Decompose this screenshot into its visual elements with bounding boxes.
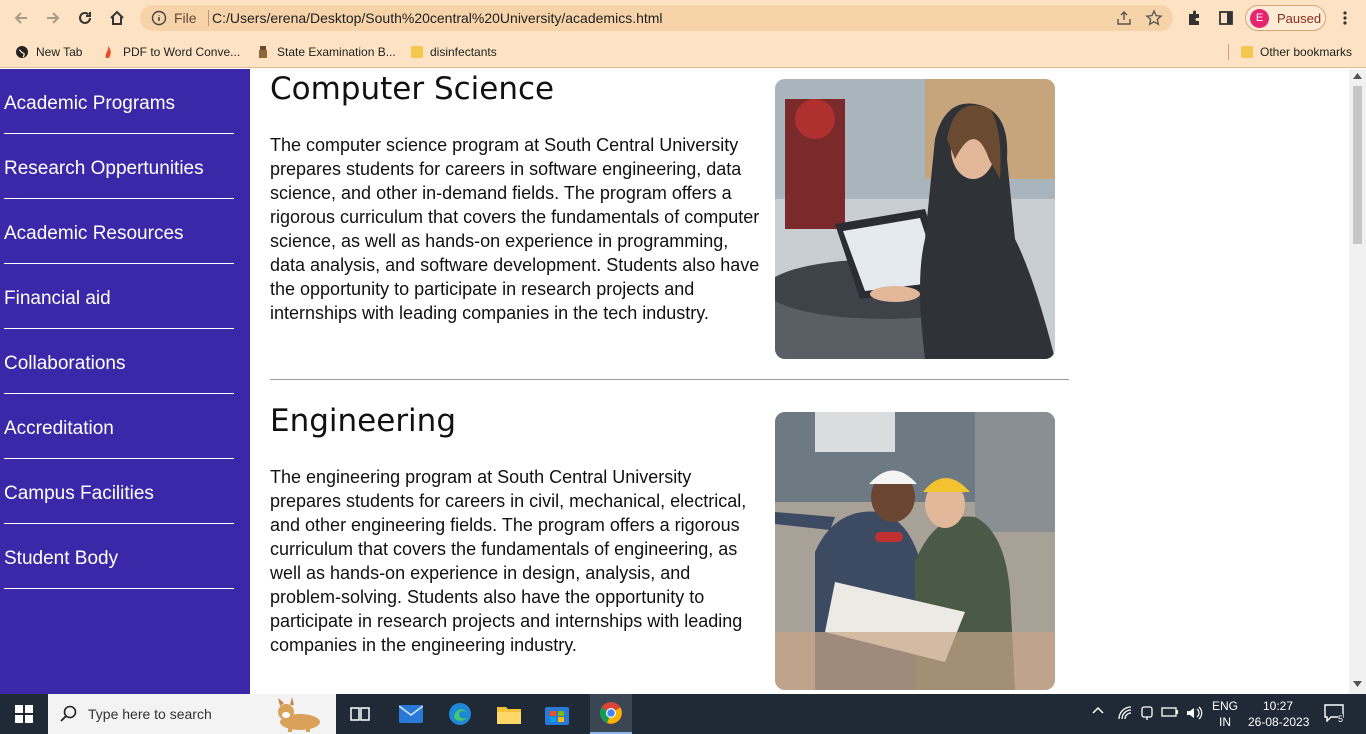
extensions-puzzle-icon[interactable]: [1182, 6, 1206, 30]
network-icon[interactable]: [1117, 705, 1133, 721]
edge-browser-icon[interactable]: [446, 700, 474, 728]
url-text[interactable]: C:/Users/erena/Desktop/South%20central%2…: [212, 10, 663, 26]
bookmark-label: PDF to Word Conve...: [123, 45, 241, 59]
section-body-engineering: The engineering program at South Central…: [270, 467, 747, 655]
profile-avatar: E: [1250, 9, 1269, 28]
folder-icon: [1241, 46, 1253, 58]
omnibox-divider: [208, 10, 209, 26]
language-indicator-top[interactable]: ENG: [1212, 699, 1238, 713]
bookmark-new-tab[interactable]: New Tab: [15, 42, 82, 62]
bookmark-disinfectants[interactable]: disinfectants: [411, 42, 497, 62]
folder-icon: [411, 46, 423, 58]
bookmark-label: State Examination B...: [277, 45, 396, 59]
browser-toolbar: File C:/Users/erena/Desktop/South%20cent…: [0, 0, 1366, 36]
battery-icon[interactable]: [1161, 705, 1179, 719]
sidebar-item-research-oppertunities[interactable]: Research Oppertunities: [4, 134, 234, 199]
bookmark-other[interactable]: Other bookmarks: [1241, 42, 1352, 62]
photo-engineers-in-hard-hats: [775, 412, 1055, 690]
file-scheme-label: File: [174, 10, 197, 26]
clock-date: 26-08-2023: [1248, 715, 1310, 729]
pdf-converter-icon: [102, 45, 116, 59]
file-explorer-icon[interactable]: [495, 700, 523, 728]
task-view-icon[interactable]: [346, 700, 374, 728]
bookmark-star-icon[interactable]: [1145, 9, 1163, 27]
share-icon[interactable]: [1115, 9, 1133, 27]
windows-start-icon[interactable]: [10, 700, 38, 728]
globe-icon: [15, 45, 29, 59]
sidebar-nav: Academic Programs Research Oppertunities…: [0, 69, 250, 694]
profile-button[interactable]: E Paused: [1245, 5, 1326, 31]
windows-taskbar: Type here to search ENG IN 10:27 26-08-2…: [0, 694, 1366, 734]
address-bar[interactable]: File C:/Users/erena/Desktop/South%20cent…: [140, 5, 1173, 31]
home-icon[interactable]: [105, 6, 129, 30]
chrome-taskbar-icon[interactable]: [590, 694, 632, 734]
volume-icon[interactable]: [1185, 705, 1203, 721]
sidebar-item-campus-facilities[interactable]: Campus Facilities: [4, 459, 234, 524]
bookmarks-bar: New Tab PDF to Word Conve... State Exami…: [0, 36, 1366, 68]
sidebar-item-financial-aid[interactable]: Financial aid: [4, 264, 234, 329]
sidebar-item-academic-programs[interactable]: Academic Programs: [4, 69, 234, 134]
sidebar-item-accreditation[interactable]: Accreditation: [4, 394, 234, 459]
emblem-icon: [256, 45, 270, 59]
mail-icon[interactable]: [397, 700, 425, 728]
page-scrollbar[interactable]: [1349, 69, 1366, 694]
bookmark-state-examination[interactable]: State Examination B...: [256, 42, 396, 62]
notification-count-badge: 5: [1338, 714, 1344, 724]
section-title-computer-science: Computer Science: [270, 71, 555, 107]
microsoft-store-icon[interactable]: [543, 700, 571, 728]
menu-kebab-icon[interactable]: [1333, 6, 1357, 30]
bookmark-label: Other bookmarks: [1260, 45, 1353, 59]
sidebar-item-academic-resources[interactable]: Academic Resources: [4, 199, 234, 264]
section-title-engineering: Engineering: [270, 403, 456, 439]
back-arrow-icon[interactable]: [9, 6, 33, 30]
main-content: Computer Science The computer science pr…: [250, 69, 1349, 694]
language-indicator-bottom: IN: [1219, 715, 1231, 729]
sidebar-item-collaborations[interactable]: Collaborations: [4, 329, 234, 394]
bookmark-pdf-to-word[interactable]: PDF to Word Conve...: [102, 42, 240, 62]
search-icon: [60, 705, 78, 723]
scroll-down-arrow-icon[interactable]: [1353, 681, 1362, 687]
section-divider: [270, 379, 1069, 380]
taskbar-search-box[interactable]: Type here to search: [48, 694, 336, 734]
photo-woman-with-laptop: [775, 79, 1055, 359]
dog-illustration-icon: [266, 696, 330, 732]
meet-now-icon[interactable]: [1139, 705, 1155, 721]
search-placeholder: Type here to search: [88, 706, 212, 722]
scroll-up-arrow-icon[interactable]: [1353, 73, 1362, 79]
clock-time[interactable]: 10:27: [1263, 699, 1293, 713]
forward-arrow-icon[interactable]: [41, 6, 65, 30]
bookmarks-divider: [1228, 44, 1229, 60]
bookmark-label: New Tab: [36, 45, 83, 59]
bookmark-label: disinfectants: [430, 45, 497, 59]
show-hidden-icons-chevron-icon[interactable]: [1092, 706, 1104, 714]
section-body-computer-science: The computer science program at South Ce…: [270, 135, 760, 323]
reload-icon[interactable]: [73, 6, 97, 30]
sidebar-item-student-body[interactable]: Student Body: [4, 524, 234, 589]
profile-status: Paused: [1277, 11, 1322, 26]
scrollbar-thumb[interactable]: [1353, 86, 1362, 244]
info-icon[interactable]: [151, 10, 167, 26]
side-panel-icon[interactable]: [1214, 6, 1238, 30]
